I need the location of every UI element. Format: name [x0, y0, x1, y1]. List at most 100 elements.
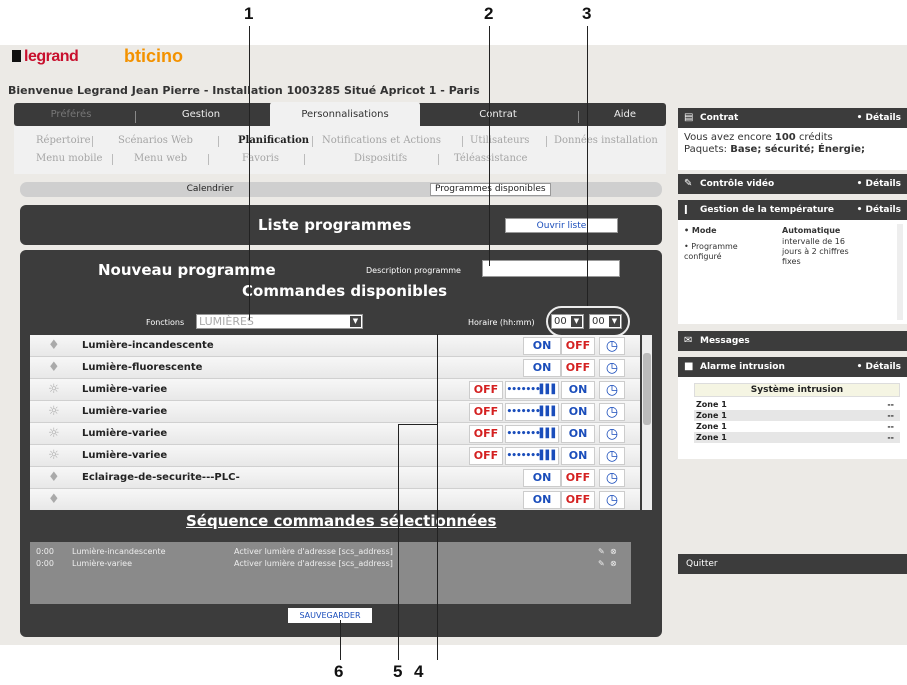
schedule-clock-icon[interactable]: ◷: [599, 469, 625, 487]
schedule-clock-icon[interactable]: ◷: [599, 425, 625, 443]
submenu-menu-mobile[interactable]: Menu mobile: [36, 153, 102, 164]
subtab-calendrier[interactable]: Calendrier: [170, 183, 250, 196]
callout-line-4: [437, 334, 438, 660]
command-label: Lumière-incandescente: [82, 340, 214, 351]
lamp-icon: ☼: [48, 448, 60, 463]
submenu-divider: [112, 154, 113, 165]
lamp-icon: ♦: [48, 492, 60, 507]
edit-icon[interactable]: ✎: [598, 547, 605, 556]
command-label: Lumière-variee: [82, 450, 168, 461]
sequence-time: 0:00: [36, 559, 54, 568]
messages-title[interactable]: Messages: [700, 331, 750, 351]
edit-icon[interactable]: ✎: [598, 559, 605, 568]
dimmer-level-bar[interactable]: •••••••▌▌▌: [505, 425, 559, 443]
zone-status: --: [887, 422, 894, 431]
tab-aide[interactable]: Aide: [584, 103, 666, 126]
quitter-button[interactable]: Quitter: [686, 554, 718, 574]
schedule-clock-icon[interactable]: ◷: [599, 491, 625, 509]
description-label: Description programme: [366, 266, 461, 275]
submenu-menu-web[interactable]: Menu web: [134, 153, 187, 164]
submenu-repertoire[interactable]: Répertoire: [36, 135, 90, 146]
off-button[interactable]: OFF: [469, 381, 503, 399]
off-button[interactable]: OFF: [561, 359, 595, 377]
tab-divider: [578, 111, 579, 123]
callout-3: 3: [582, 4, 592, 23]
chevron-down-icon: ▼: [350, 316, 361, 327]
submenu-utilisateurs[interactable]: Utilisateurs: [470, 135, 529, 146]
callout-line-2: [489, 26, 490, 266]
on-button[interactable]: ON: [523, 359, 561, 377]
on-button[interactable]: ON: [523, 337, 561, 355]
on-button[interactable]: ON: [523, 491, 561, 509]
commands-scrollbar[interactable]: [642, 335, 652, 510]
sequence-action: Activer lumière d'adresse [scs_address]: [234, 559, 393, 568]
submenu-favoris[interactable]: Favoris: [242, 153, 279, 164]
off-button[interactable]: OFF: [561, 491, 595, 509]
on-button[interactable]: ON: [561, 425, 595, 443]
submenu-divider: [546, 136, 547, 147]
schedule-clock-icon[interactable]: ◷: [599, 381, 625, 399]
callout-line-6: [340, 620, 341, 660]
highlight-ring: [546, 306, 630, 337]
on-button[interactable]: ON: [561, 381, 595, 399]
main-tabs: Préférés Gestion Personnalisations Contr…: [14, 102, 666, 127]
off-button[interactable]: OFF: [561, 337, 595, 355]
zone-row: Zone 1 --: [694, 421, 900, 432]
command-row: ☼ Lumière-variee ◷ OFF •••••••▌▌▌ ON: [30, 423, 640, 445]
description-input[interactable]: [482, 260, 620, 277]
fonctions-select[interactable]: LUMIÈRES ▼: [196, 314, 363, 329]
schedule-clock-icon[interactable]: ◷: [599, 403, 625, 421]
tab-preferes[interactable]: Préférés: [14, 103, 128, 126]
video-details-link[interactable]: • Détails: [857, 174, 901, 194]
submenu-notifications[interactable]: Notifications et Actions: [322, 135, 441, 146]
sequence-time: 0:00: [36, 547, 54, 556]
callout-4: 4: [414, 662, 424, 681]
contrat-details-link[interactable]: • Détails: [857, 108, 901, 128]
callout-line-5: [398, 424, 399, 660]
temperature-details-link[interactable]: • Détails: [857, 200, 901, 220]
command-row: ☼ Lumière-variee ◷ OFF •••••••▌▌▌ ON: [30, 379, 640, 401]
contract-icon: ▤: [684, 112, 694, 123]
alarme-title: Alarme intrusion: [700, 362, 785, 372]
delete-icon[interactable]: ⊗: [610, 559, 617, 568]
off-button[interactable]: OFF: [469, 447, 503, 465]
zone-name: Zone 1: [696, 433, 727, 442]
on-button[interactable]: ON: [561, 447, 595, 465]
sauvegarder-button[interactable]: SAUVEGARDER: [288, 608, 372, 623]
alarme-details-link[interactable]: • Détails: [857, 357, 901, 377]
schedule-clock-icon[interactable]: ◷: [599, 447, 625, 465]
dimmer-level-bar[interactable]: •••••••▌▌▌: [505, 381, 559, 399]
on-button[interactable]: ON: [561, 403, 595, 421]
scrollbar-thumb[interactable]: [643, 353, 651, 425]
tab-gestion[interactable]: Gestion: [140, 103, 262, 126]
ouvrir-liste-button[interactable]: Ouvrir liste: [505, 218, 618, 233]
dimmer-level-bar[interactable]: •••••••▌▌▌: [505, 447, 559, 465]
tab-contrat[interactable]: Contrat: [426, 103, 570, 126]
zone-status: --: [887, 411, 894, 420]
submenu-teleassistance[interactable]: Téléassistance: [454, 153, 527, 164]
lock-icon: ■: [684, 361, 694, 372]
subtab-programmes-disponibles[interactable]: Programmes disponibles: [430, 183, 551, 196]
planification-subtabs: Calendrier Programmes disponibles: [20, 182, 662, 197]
schedule-clock-icon[interactable]: ◷: [599, 359, 625, 377]
on-button[interactable]: ON: [523, 469, 561, 487]
submenu-dispositifs[interactable]: Dispositifs: [354, 153, 407, 164]
tab-divider: [135, 111, 136, 123]
tab-personnalisations[interactable]: Personnalisations: [270, 102, 420, 127]
dimmer-level-bar[interactable]: •••••••▌▌▌: [505, 403, 559, 421]
lamp-icon: ♦: [48, 338, 60, 353]
submenu-scenarios-web[interactable]: Scénarios Web: [118, 135, 193, 146]
off-button[interactable]: OFF: [561, 469, 595, 487]
delete-icon[interactable]: ⊗: [610, 547, 617, 556]
command-label: Lumière-variee: [82, 384, 168, 395]
sequence-row: 0:00 Lumière-variee Activer lumière d'adre…: [30, 558, 631, 570]
off-button[interactable]: OFF: [469, 425, 503, 443]
schedule-clock-icon[interactable]: ◷: [599, 337, 625, 355]
submenu-donnees-installation[interactable]: Données installation: [554, 135, 658, 146]
zone-row: Zone 1 --: [694, 399, 900, 410]
alarme-body: Système intrusion Zone 1 -- Zone 1 -- Zone 1…: [678, 377, 907, 459]
temperature-scrollbar[interactable]: [897, 224, 903, 320]
programme-label: • Programme configuré: [684, 242, 738, 261]
off-button[interactable]: OFF: [469, 403, 503, 421]
zone-row: Zone 1 --: [694, 410, 900, 421]
